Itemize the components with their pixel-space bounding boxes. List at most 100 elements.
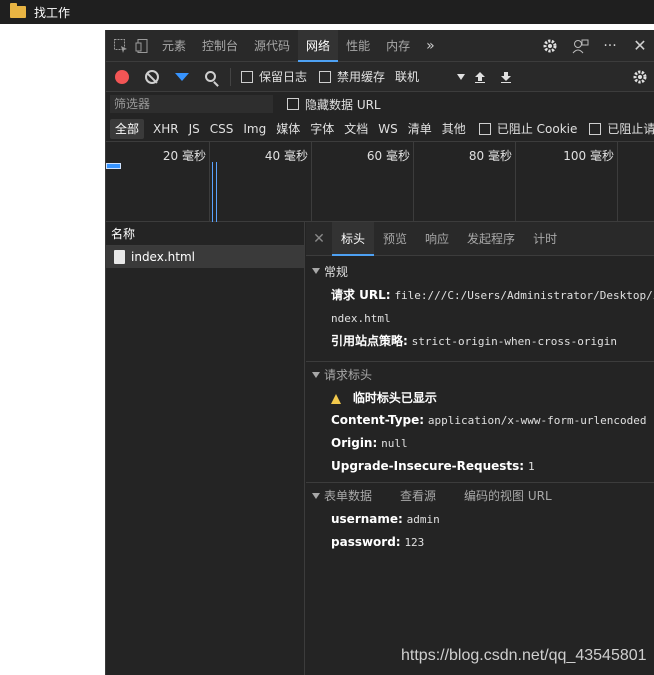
timeline-tick-label: 100 毫秒 (563, 149, 614, 163)
type-filter-js[interactable]: JS (184, 119, 205, 139)
type-filter-font[interactable]: 字体 (305, 119, 339, 139)
type-filter-manifest[interactable]: 清单 (403, 119, 437, 139)
type-filter-css[interactable]: CSS (205, 119, 239, 139)
request-url-row-cont: ndex.html (306, 307, 654, 330)
devtools-panel: 元素 控制台 源代码 网络 性能 内存 » ··· ✕ 保留日志 禁用缓存 联机… (105, 29, 654, 675)
provisional-headers-warning: 临时标头已显示 (306, 387, 654, 409)
tab-elements[interactable]: 元素 (154, 30, 194, 62)
header-key: Content-Type: (331, 413, 425, 427)
folder-icon (10, 3, 26, 18)
hide-data-urls-checkbox[interactable]: 隐藏数据 URL (287, 96, 381, 113)
import-har-icon[interactable] (467, 71, 493, 83)
dom-content-loaded-marker (212, 162, 213, 222)
detail-tab-strip: ✕ 标头 预览 响应 发起程序 计时 (306, 222, 654, 256)
record-icon[interactable] (115, 69, 129, 84)
tab-headers[interactable]: 标头 (332, 222, 375, 256)
header-key: 引用站点策略: (331, 334, 408, 348)
resource-type-filters: 全部 XHR JS CSS Img 媒体 字体 文档 WS 清单 其他 已阻止 … (106, 116, 654, 142)
request-detail-pane: ✕ 标头 预览 响应 发起程序 计时 常规 请求 URL: file:///C:… (306, 222, 654, 675)
caret-down-icon (312, 371, 320, 378)
throttle-select[interactable]: 联机 (391, 67, 467, 87)
timeline-tick-label: 20 毫秒 (162, 149, 206, 163)
timeline-gridline (617, 142, 618, 222)
header-key: Origin: (331, 436, 378, 450)
tab-initiator[interactable]: 发起程序 (458, 222, 524, 256)
checkbox-box[interactable] (478, 122, 491, 135)
request-headers-section-toggle[interactable]: 请求标头 (306, 361, 654, 387)
timeline-gridline (515, 142, 516, 222)
clear-icon[interactable] (145, 69, 159, 84)
hide-data-urls-label: 隐藏数据 URL (305, 97, 381, 112)
network-settings-gear-icon[interactable] (629, 66, 651, 88)
device-toolbar-icon[interactable] (132, 35, 154, 57)
header-value: 1 (527, 460, 535, 473)
tab-performance[interactable]: 性能 (338, 30, 378, 62)
search-icon[interactable] (205, 71, 216, 82)
filter-row: 隐藏数据 URL (106, 92, 654, 116)
gear-icon[interactable] (535, 35, 565, 57)
timeline-tick-label: 40 毫秒 (264, 149, 308, 163)
tab-sources[interactable]: 源代码 (246, 30, 298, 62)
devtools-tab-strip: 元素 控制台 源代码 网络 性能 内存 » ··· ✕ (106, 29, 654, 62)
timeline-tick-label: 60 毫秒 (366, 149, 410, 163)
checkbox-box[interactable] (241, 70, 253, 83)
network-overview-timeline[interactable]: 20 毫秒 40 毫秒 60 毫秒 80 毫秒 100 毫秒 (106, 142, 654, 222)
toolbar-divider (230, 67, 231, 86)
filter-input[interactable] (110, 95, 273, 113)
feedback-icon[interactable] (565, 35, 595, 57)
tab-memory[interactable]: 内存 (378, 30, 418, 62)
close-icon[interactable]: ✕ (625, 35, 654, 57)
caret-down-icon (312, 492, 320, 499)
type-filter-other[interactable]: 其他 (437, 119, 471, 139)
timeline-gridline (311, 142, 312, 222)
timeline-tick-label: 80 毫秒 (468, 149, 512, 163)
tab-network[interactable]: 网络 (298, 29, 339, 62)
origin-row: Origin: null (306, 432, 654, 455)
checkbox-box[interactable] (287, 98, 299, 110)
blocked-requests-checkbox[interactable]: 已阻止请求 (589, 120, 654, 137)
form-data-title: 表单数据 (324, 489, 373, 503)
preserve-log-checkbox[interactable]: 保留日志 (241, 68, 307, 85)
export-har-icon[interactable] (493, 71, 519, 83)
more-tabs-button[interactable]: » (418, 30, 443, 62)
type-filter-xhr[interactable]: XHR (148, 119, 184, 139)
request-name: index.html (131, 250, 195, 264)
filter-icon[interactable] (175, 72, 189, 81)
name-column-header[interactable]: 名称 (106, 222, 304, 246)
form-data-section-toggle[interactable]: 表单数据 查看源 编码的视图 URL (306, 482, 654, 508)
view-source-link[interactable]: 查看源 (400, 487, 436, 504)
header-key: Upgrade-Insecure-Requests: (331, 459, 525, 473)
type-filter-media[interactable]: 媒体 (271, 119, 305, 139)
checkbox-box[interactable] (319, 70, 332, 83)
page-viewport (0, 24, 105, 675)
type-filter-img[interactable]: Img (238, 119, 271, 139)
header-key: 请求 URL: (331, 288, 391, 302)
form-value: 123 (404, 536, 425, 549)
view-url-encoded-link[interactable]: 编码的视图 URL (464, 487, 552, 504)
tab-response[interactable]: 响应 (416, 222, 458, 256)
tab-preview[interactable]: 预览 (374, 222, 416, 256)
document-file-icon (114, 250, 125, 264)
tab-console[interactable]: 控制台 (194, 30, 246, 62)
tab-timing[interactable]: 计时 (524, 222, 566, 256)
type-filter-all[interactable]: 全部 (110, 118, 145, 139)
type-filter-doc[interactable]: 文档 (339, 119, 373, 139)
request-row[interactable]: index.html (106, 246, 304, 268)
blocked-cookies-checkbox[interactable]: 已阻止 Cookie (478, 120, 577, 137)
bookmark-folder-label[interactable]: 找工作 (34, 4, 70, 21)
inspect-element-icon[interactable] (110, 35, 132, 57)
checkbox-box[interactable] (589, 122, 602, 135)
form-key: username: (331, 512, 403, 526)
close-detail-icon[interactable]: ✕ (306, 231, 332, 247)
general-section-toggle[interactable]: 常规 (306, 258, 654, 284)
bookmark-bar: 找工作 (0, 0, 654, 24)
disable-cache-checkbox[interactable]: 禁用缓存 (319, 68, 385, 85)
upgrade-insecure-requests-row: Upgrade-Insecure-Requests: 1 (306, 455, 654, 478)
request-bar (106, 163, 121, 169)
more-options-icon[interactable]: ··· (595, 35, 625, 57)
header-value: ndex.html (331, 312, 391, 325)
type-filter-ws[interactable]: WS (373, 119, 402, 139)
request-list: 名称 index.html (106, 222, 305, 675)
disable-cache-label: 禁用缓存 (337, 70, 386, 84)
throttle-value: 联机 (395, 70, 420, 84)
